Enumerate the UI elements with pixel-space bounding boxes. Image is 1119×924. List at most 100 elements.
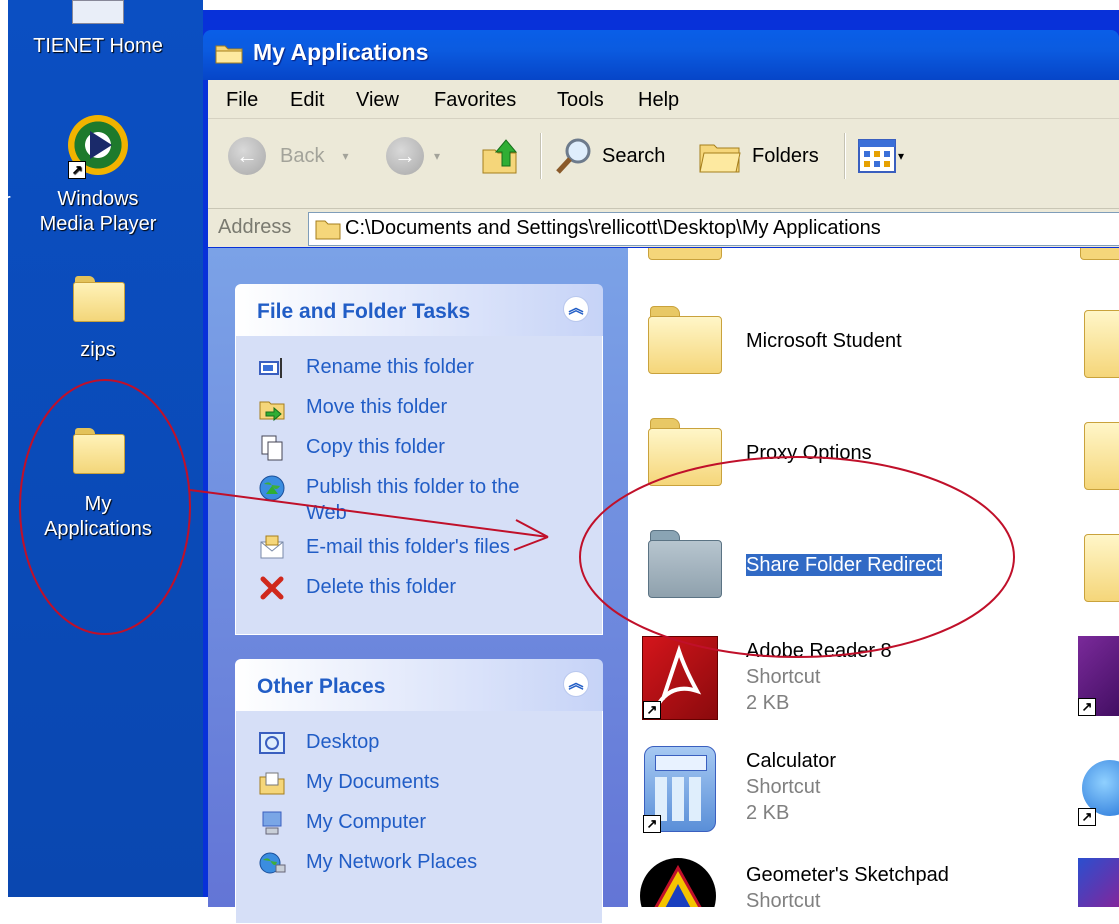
window-title: My Applications <box>253 39 429 65</box>
place-label: My Network Places <box>306 851 478 873</box>
file-type: Shortcut <box>746 776 821 798</box>
file-type: Shortcut <box>746 666 821 688</box>
file-item-microsoft-student[interactable]: Microsoft Student <box>628 306 1108 386</box>
desktop-icon-my-applications[interactable]: My Applications <box>8 428 188 542</box>
menu-favorites[interactable]: Favorites <box>434 89 516 112</box>
title-bar[interactable]: My Applications <box>203 30 1119 80</box>
task-label: Delete this folder <box>306 576 457 598</box>
place-network[interactable]: My Network Places <box>236 843 602 883</box>
panel-header[interactable]: Other Places ︽ <box>235 659 603 711</box>
desktop-icon-zips[interactable]: zips <box>8 276 188 363</box>
partial-app-icon-right <box>1078 858 1119 907</box>
menu-help[interactable]: Help <box>638 89 679 112</box>
file-item-geometers-sketchpad[interactable]: Geometer's Sketchpad Shortcut <box>628 858 1108 907</box>
partial-folder-top-right <box>1080 248 1119 260</box>
file-list-area: Microsoft Student Proxy Options Share Fo… <box>628 248 1119 907</box>
forward-arrow-icon: → <box>386 137 424 175</box>
task-move-folder[interactable]: Move this folder <box>236 388 602 428</box>
address-input[interactable]: C:\Documents and Settings\rellicott\Desk… <box>308 212 1119 246</box>
file-name: Adobe Reader 8 <box>746 640 892 662</box>
file-name: Share Folder Redirect <box>746 554 942 577</box>
folder-title-icon <box>215 45 243 64</box>
explorer-window: My Applications File Edit View Favorites… <box>203 10 1119 924</box>
partial-folder-right <box>1084 422 1119 490</box>
my-computer-icon <box>262 811 282 835</box>
file-item-calculator[interactable]: ↗ Calculator Shortcut 2 KB <box>628 746 1108 836</box>
tienet-shortcut-icon <box>72 0 124 24</box>
place-desktop[interactable]: Desktop <box>236 723 602 763</box>
folder-icon <box>648 418 722 486</box>
search-icon <box>556 138 591 174</box>
search-label: Search <box>602 144 666 167</box>
my-documents-icon <box>259 772 285 795</box>
views-icon <box>858 139 896 173</box>
desktop-icon-label: Applications <box>44 518 152 540</box>
task-pane: File and Folder Tasks ︽ Rename this fold… <box>208 248 628 924</box>
place-label: Desktop <box>306 731 380 753</box>
partial-app-icon-right: ↗ <box>1078 636 1119 716</box>
task-label-line: Web <box>306 502 347 524</box>
address-label: Address <box>218 216 292 238</box>
menu-tools[interactable]: Tools <box>557 89 604 112</box>
copy-icon <box>261 435 283 461</box>
desktop-icon-label: My <box>84 493 112 515</box>
folder-icon <box>73 428 125 474</box>
toolbar: ← Back ▾ → ▾ Search Folders ▾ <box>208 119 1119 209</box>
back-arrow-icon: ← <box>228 137 266 175</box>
collapse-chevron-icon[interactable]: ︽ <box>563 296 589 322</box>
folders-icon <box>699 144 741 173</box>
address-bar: Address C:\Documents and Settings\rellic… <box>208 209 1119 247</box>
file-item-adobe-reader[interactable]: ↗ Adobe Reader 8 Shortcut 2 KB <box>628 636 1108 726</box>
file-name: Calculator <box>746 750 837 772</box>
task-label: E-mail this folder's files <box>306 536 510 558</box>
place-my-documents[interactable]: My Documents <box>236 763 602 803</box>
desktop-icon-tienet-home[interactable]: TIENET Home <box>8 0 188 59</box>
file-size: 2 KB <box>746 692 790 714</box>
menu-view[interactable]: View <box>356 89 399 112</box>
folders-button[interactable]: Folders <box>698 137 819 175</box>
panel-body: Rename this folder Move this folder Copy… <box>235 336 603 635</box>
task-email-files[interactable]: E-mail this folder's files <box>236 528 602 568</box>
task-publish-web[interactable]: Publish this folder to the Web <box>236 468 602 528</box>
task-delete-folder[interactable]: Delete this folder <box>236 568 602 608</box>
file-name: Proxy Options <box>746 442 872 464</box>
publish-web-icon <box>259 475 285 501</box>
task-label: Publish this folder to the Web <box>306 474 519 526</box>
forward-button[interactable]: → ▾ <box>386 137 440 175</box>
file-name: Microsoft Student <box>746 330 902 352</box>
other-places-panel: Other Places ︽ Desktop My Documents My C… <box>235 659 603 924</box>
partial-folder-right <box>1084 534 1119 602</box>
up-folder-button[interactable] <box>480 137 520 175</box>
task-label: Copy this folder <box>306 436 445 458</box>
panel-title: Other Places <box>257 675 386 698</box>
folder-icon <box>648 530 722 598</box>
file-item-share-folder-redirect[interactable]: Share Folder Redirect <box>628 530 1108 610</box>
address-path: C:\Documents and Settings\rellicott\Desk… <box>345 217 881 239</box>
desktop-icon-label: Media Player <box>39 213 157 235</box>
panel-title: File and Folder Tasks <box>257 300 471 323</box>
back-label: Back <box>280 144 325 167</box>
back-button[interactable]: ← Back ▾ <box>228 137 349 175</box>
menu-file[interactable]: File <box>226 89 258 112</box>
task-copy-folder[interactable]: Copy this folder <box>236 428 602 468</box>
desktop-icon <box>259 732 285 754</box>
file-item-proxy-options[interactable]: Proxy Options <box>628 418 1108 498</box>
menu-edit[interactable]: Edit <box>290 89 324 112</box>
file-name: Geometer's Sketchpad <box>746 864 949 886</box>
back-dropdown-icon: ▾ <box>342 149 349 163</box>
search-button[interactable]: Search <box>554 137 665 175</box>
delete-icon <box>260 576 284 600</box>
panel-header[interactable]: File and Folder Tasks ︽ <box>235 284 603 336</box>
views-button[interactable]: ▾ <box>858 137 904 175</box>
geometers-sketchpad-icon <box>640 858 716 907</box>
move-icon <box>259 401 285 422</box>
network-places-icon <box>259 852 286 874</box>
collapse-chevron-icon[interactable]: ︽ <box>563 671 589 697</box>
adobe-reader-icon: ↗ <box>642 636 718 720</box>
desktop-icon-media-player[interactable]: ↗ Windows Media Player <box>8 115 188 237</box>
place-my-computer[interactable]: My Computer <box>236 803 602 843</box>
file-name-text: Share Folder Redirect <box>746 554 942 576</box>
toolbar-separator <box>540 133 542 179</box>
partial-folder-right <box>1084 310 1119 378</box>
task-rename-folder[interactable]: Rename this folder <box>236 348 602 388</box>
